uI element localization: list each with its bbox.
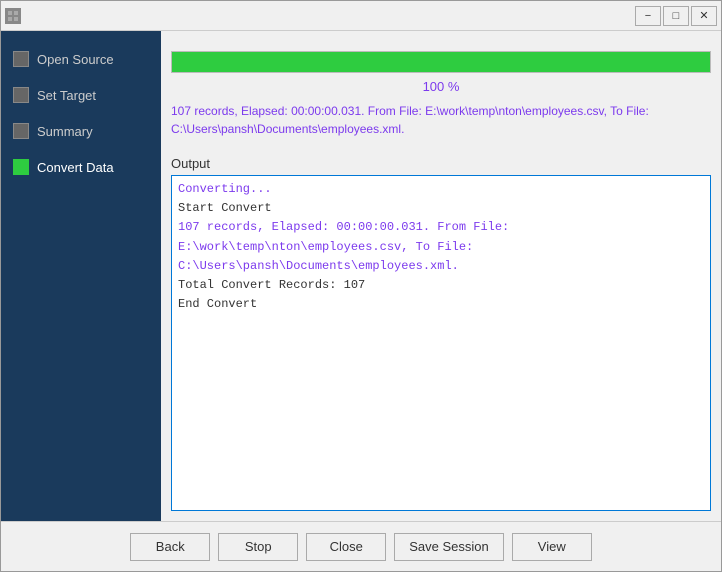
output-section: Output Converting...Start Convert107 rec… xyxy=(171,156,711,511)
output-line: 107 records, Elapsed: 00:00:00.031. From… xyxy=(178,218,704,276)
sidebar-item-convert-data[interactable]: Convert Data xyxy=(1,149,161,185)
bottom-bar: Back Stop Close Save Session View xyxy=(1,521,721,571)
output-line: Start Convert xyxy=(178,199,704,218)
minimize-button[interactable]: − xyxy=(635,6,661,26)
output-box[interactable]: Converting...Start Convert107 records, E… xyxy=(171,175,711,511)
close-window-button[interactable]: ✕ xyxy=(691,6,717,26)
step-icon-open-source xyxy=(13,51,29,67)
maximize-button[interactable]: □ xyxy=(663,6,689,26)
stop-button[interactable]: Stop xyxy=(218,533,298,561)
output-line: Converting... xyxy=(178,180,704,199)
right-panel: 100 % 107 records, Elapsed: 00:00:00.031… xyxy=(161,31,721,521)
sidebar-label-convert-data: Convert Data xyxy=(37,160,114,175)
output-line: Total Convert Records: 107 xyxy=(178,276,704,295)
progress-info-line2: C:\Users\pansh\Documents\employees.xml. xyxy=(171,122,404,136)
progress-info-line1: 107 records, Elapsed: 00:00:00.031. From… xyxy=(171,104,649,118)
sidebar: Open Source Set Target Summary Convert D… xyxy=(1,31,161,521)
app-icon xyxy=(5,8,21,24)
sidebar-label-set-target: Set Target xyxy=(37,88,96,103)
progress-bar-container xyxy=(171,51,711,73)
output-line: End Convert xyxy=(178,295,704,314)
progress-info: 107 records, Elapsed: 00:00:00.031. From… xyxy=(171,102,711,138)
title-bar-controls: − □ ✕ xyxy=(635,6,717,26)
sidebar-label-summary: Summary xyxy=(37,124,93,139)
sidebar-item-summary[interactable]: Summary xyxy=(1,113,161,149)
sidebar-label-open-source: Open Source xyxy=(37,52,114,67)
sidebar-item-set-target[interactable]: Set Target xyxy=(1,77,161,113)
progress-bar-fill xyxy=(172,52,710,72)
back-button[interactable]: Back xyxy=(130,533,210,561)
save-session-button[interactable]: Save Session xyxy=(394,533,504,561)
title-bar-left xyxy=(5,8,21,24)
step-icon-summary xyxy=(13,123,29,139)
view-button[interactable]: View xyxy=(512,533,592,561)
close-button[interactable]: Close xyxy=(306,533,386,561)
main-content: Open Source Set Target Summary Convert D… xyxy=(1,31,721,521)
progress-section: 100 % 107 records, Elapsed: 00:00:00.031… xyxy=(171,41,711,148)
main-window: − □ ✕ Open Source Set Target Summary Con… xyxy=(0,0,722,572)
step-icon-set-target xyxy=(13,87,29,103)
sidebar-item-open-source[interactable]: Open Source xyxy=(1,41,161,77)
output-label: Output xyxy=(171,156,711,171)
title-bar: − □ ✕ xyxy=(1,1,721,31)
step-icon-convert-data xyxy=(13,159,29,175)
progress-percent: 100 % xyxy=(171,79,711,94)
